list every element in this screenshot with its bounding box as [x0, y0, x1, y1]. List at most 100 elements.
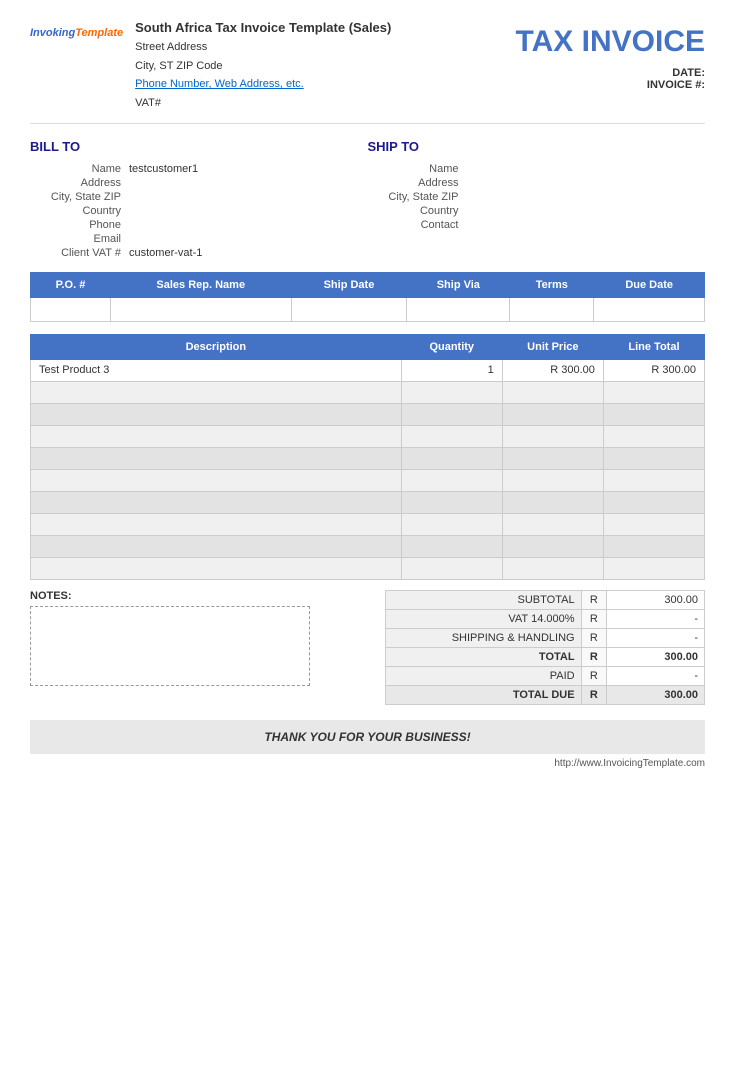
logo: InvokingTemplate — [30, 24, 123, 40]
bill-phone-row: Phone — [30, 218, 368, 232]
subtotal-label: SUBTOTAL — [386, 590, 582, 609]
item-description — [31, 557, 402, 579]
item-description — [31, 535, 402, 557]
thank-you-text: THANK YOU FOR YOUR BUSINESS! — [264, 730, 470, 744]
vat-label: VAT 14.000% — [386, 609, 582, 628]
paid-currency: R — [581, 666, 607, 685]
street-address: Street Address — [135, 38, 391, 57]
item-unit-price — [502, 491, 603, 513]
item-line-total — [603, 535, 704, 557]
item-description — [31, 491, 402, 513]
bill-vat-row: Client VAT # customer-vat-1 — [30, 246, 368, 260]
subtotal-currency: R — [581, 590, 607, 609]
item-line-total — [603, 403, 704, 425]
items-row — [31, 447, 705, 469]
po-due-date-value — [594, 297, 705, 321]
item-unit-price — [502, 557, 603, 579]
ship-country-row: Country — [368, 204, 706, 218]
ship-contact-value — [463, 218, 706, 232]
items-row — [31, 513, 705, 535]
bill-name-value: testcustomer1 — [125, 162, 368, 176]
po-header-po: P.O. # — [31, 272, 111, 297]
item-line-total — [603, 513, 704, 535]
items-row — [31, 557, 705, 579]
po-sales-rep-value — [110, 297, 291, 321]
header-right: TAX INVOICE DATE: INVOICE #: — [516, 20, 705, 91]
item-description: Test Product 3 — [31, 359, 402, 381]
item-description — [31, 513, 402, 535]
po-header-terms: Terms — [510, 272, 594, 297]
notes-label: NOTES: — [30, 590, 368, 602]
ship-name-value — [463, 162, 706, 176]
total-label: TOTAL — [386, 647, 582, 666]
company-name: South Africa Tax Invoice Template (Sales… — [135, 20, 391, 35]
ship-country-label: Country — [368, 204, 463, 218]
total-due-label: TOTAL DUE — [386, 685, 582, 704]
ship-address-value — [463, 176, 706, 190]
total-due-currency: R — [581, 685, 607, 704]
item-quantity — [401, 469, 502, 491]
notes-section: NOTES: — [30, 590, 368, 686]
item-description — [31, 447, 402, 469]
item-unit-price — [502, 403, 603, 425]
shipping-value: - — [607, 628, 705, 647]
bill-email-value — [125, 232, 368, 246]
ship-to-section: SHIP TO Name Address City, State ZIP Cou… — [368, 139, 706, 260]
bill-email-row: Email — [30, 232, 368, 246]
bottom-section: NOTES: SUBTOTAL R 300.00 VAT 14.000% R -… — [30, 590, 705, 705]
bill-city-value — [125, 190, 368, 204]
bill-to-title: BILL TO — [30, 139, 368, 154]
date-row: DATE: — [516, 67, 705, 79]
ship-city-value — [463, 190, 706, 204]
total-due-value: 300.00 — [607, 685, 705, 704]
paid-value: - — [607, 666, 705, 685]
item-description — [31, 381, 402, 403]
items-header-quantity: Quantity — [401, 334, 502, 359]
vat-row: VAT 14.000% R - — [386, 609, 705, 628]
ship-country-value — [463, 204, 706, 218]
phone-web: Phone Number, Web Address, etc. — [135, 75, 391, 94]
total-row: TOTAL R 300.00 — [386, 647, 705, 666]
bill-city-row: City, State ZIP — [30, 190, 368, 204]
item-unit-price — [502, 469, 603, 491]
item-line-total — [603, 425, 704, 447]
item-line-total — [603, 381, 704, 403]
bill-email-label: Email — [30, 232, 125, 246]
vat-value: - — [607, 609, 705, 628]
bill-vat-label: Client VAT # — [30, 246, 125, 260]
item-line-total — [603, 557, 704, 579]
bill-address-row: Address — [30, 176, 368, 190]
tax-invoice-title: TAX INVOICE — [516, 25, 705, 59]
po-data-row — [31, 297, 705, 321]
po-terms-value — [510, 297, 594, 321]
item-quantity — [401, 447, 502, 469]
items-header-line-total: Line Total — [603, 334, 704, 359]
vat-currency: R — [581, 609, 607, 628]
shipping-label: SHIPPING & HANDLING — [386, 628, 582, 647]
total-value: 300.00 — [607, 647, 705, 666]
po-ship-date-value — [291, 297, 407, 321]
footer-url: http://www.InvoicingTemplate.com — [30, 758, 705, 769]
bill-address-value — [125, 176, 368, 190]
bill-name-row: Name testcustomer1 — [30, 162, 368, 176]
item-unit-price — [502, 513, 603, 535]
bill-phone-label: Phone — [30, 218, 125, 232]
ship-name-row: Name — [368, 162, 706, 176]
bill-country-value — [125, 204, 368, 218]
ship-address-label: Address — [368, 176, 463, 190]
items-row: Test Product 31R 300.00R 300.00 — [31, 359, 705, 381]
item-line-total — [603, 491, 704, 513]
po-header-due-date: Due Date — [594, 272, 705, 297]
vat-number: VAT# — [135, 94, 391, 113]
paid-row: PAID R - — [386, 666, 705, 685]
items-row — [31, 381, 705, 403]
po-header-sales-rep: Sales Rep. Name — [110, 272, 291, 297]
bill-country-row: Country — [30, 204, 368, 218]
po-header-row: P.O. # Sales Rep. Name Ship Date Ship Vi… — [31, 272, 705, 297]
ship-to-title: SHIP TO — [368, 139, 706, 154]
item-unit-price: R 300.00 — [502, 359, 603, 381]
item-description — [31, 403, 402, 425]
company-address: Street Address City, ST ZIP Code Phone N… — [135, 38, 391, 113]
bill-address-label: Address — [30, 176, 125, 190]
items-header-unit-price: Unit Price — [502, 334, 603, 359]
